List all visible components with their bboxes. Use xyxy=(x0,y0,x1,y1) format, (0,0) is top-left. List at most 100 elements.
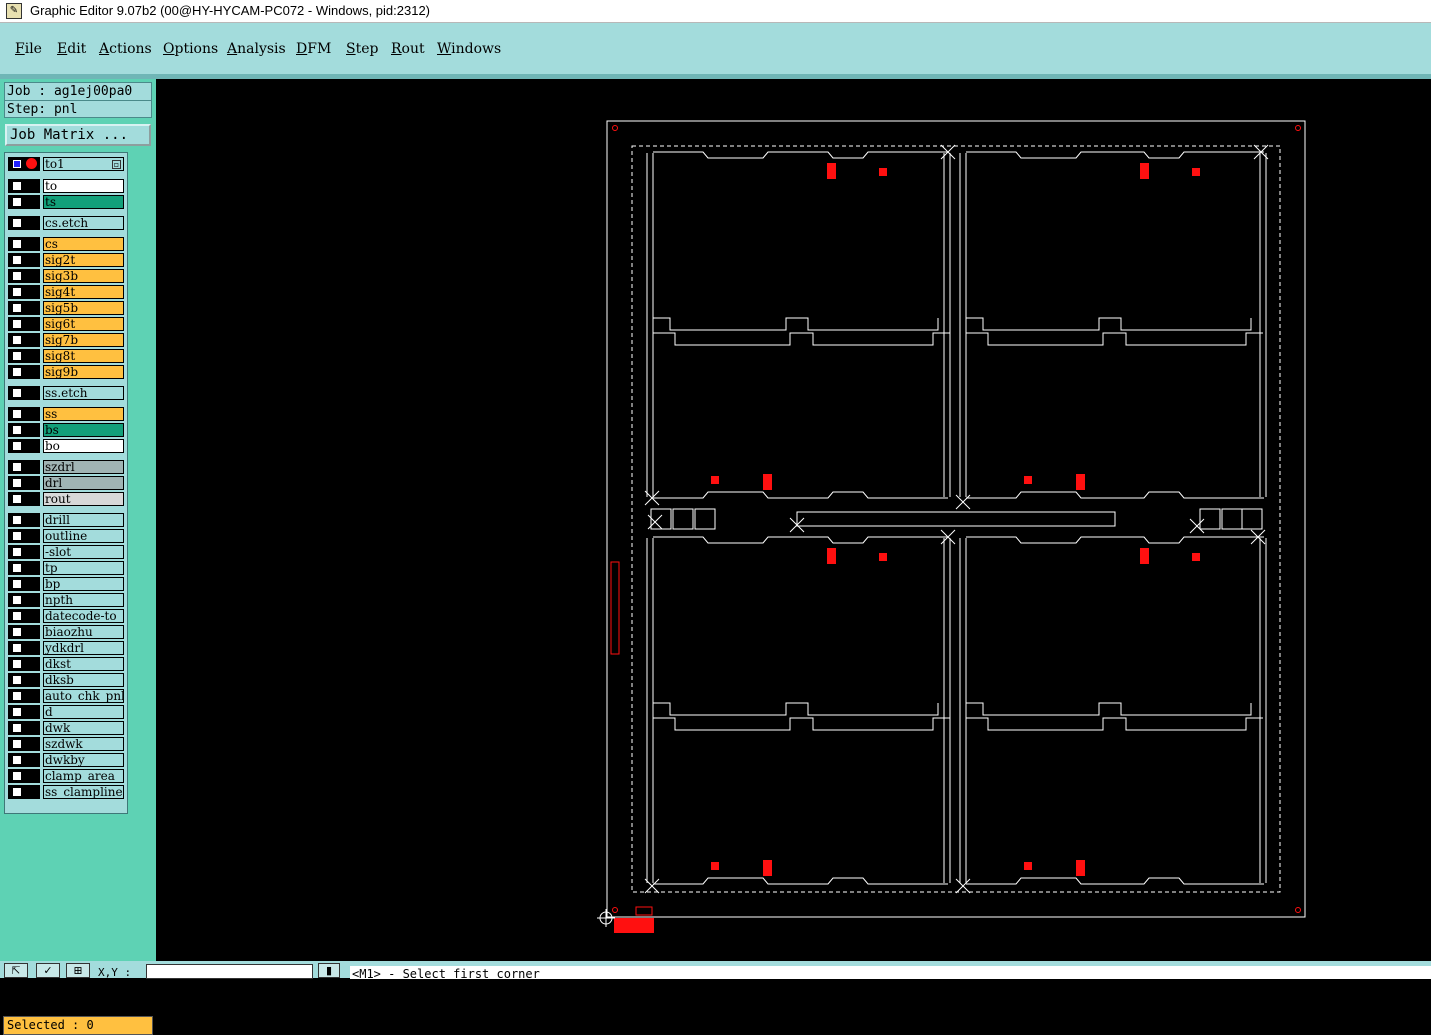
layer-name[interactable]: sig4t xyxy=(43,285,124,299)
layer-checkbox[interactable] xyxy=(12,787,22,797)
layer-toggle-area[interactable] xyxy=(8,333,40,347)
layer-toggle-area[interactable] xyxy=(8,407,40,421)
layer-toggle-area[interactable] xyxy=(8,561,40,575)
layer-checkbox[interactable] xyxy=(12,425,22,435)
layer-toggle-area[interactable] xyxy=(8,195,40,209)
layer-toggle-area[interactable] xyxy=(8,625,40,639)
layer-toggle-area[interactable] xyxy=(8,349,40,363)
layer-toggle-area[interactable] xyxy=(8,269,40,283)
layer-name[interactable]: ss.etch xyxy=(43,386,124,400)
layer-name[interactable]: clamp_area xyxy=(43,769,124,783)
xy-coordinate-field[interactable] xyxy=(146,964,313,979)
layer-checkbox[interactable] xyxy=(12,494,22,504)
layer-name[interactable]: biaozhu xyxy=(43,625,124,639)
layer-checkbox[interactable] xyxy=(12,707,22,717)
layer-toggle-area[interactable] xyxy=(8,785,40,799)
layer-checkbox[interactable] xyxy=(12,462,22,472)
layer-row-ss_clampline[interactable]: ss_clampline xyxy=(8,785,126,799)
check-tool-icon[interactable]: ✓ xyxy=(36,963,60,978)
layer-row-bo[interactable]: bo xyxy=(8,439,126,453)
menu-rout[interactable]: Rout xyxy=(391,41,425,57)
layer-toggle-area[interactable] xyxy=(8,673,40,687)
menu-actions[interactable]: Actions xyxy=(99,41,152,57)
layer-toggle-area[interactable] xyxy=(8,577,40,591)
layer-checkbox[interactable] xyxy=(12,739,22,749)
layer-toggle-area[interactable] xyxy=(8,689,40,703)
layer-row-cs.etch[interactable]: cs.etch xyxy=(8,216,126,230)
layer-row-auto_chk_pnl[interactable]: auto_chk_pnl xyxy=(8,689,126,703)
layer-row-clamp_area[interactable]: clamp_area xyxy=(8,769,126,783)
layer-checkbox[interactable] xyxy=(12,643,22,653)
layer-name[interactable]: bp xyxy=(43,577,124,591)
layer-name[interactable]: sig2t xyxy=(43,253,124,267)
layer-name[interactable]: ss_clampline xyxy=(43,785,124,799)
layer-checkbox[interactable] xyxy=(12,367,22,377)
layer-checkbox[interactable] xyxy=(12,515,22,525)
layer-checkbox[interactable] xyxy=(12,595,22,605)
layer-name[interactable]: ydkdrl xyxy=(43,641,124,655)
layer-row-sig3b[interactable]: sig3b xyxy=(8,269,126,283)
layer-toggle-area[interactable] xyxy=(8,301,40,315)
layer-row-drill[interactable]: drill xyxy=(8,513,126,527)
layer-row--slot[interactable]: -slot xyxy=(8,545,126,559)
layer-row-sig5b[interactable]: sig5b xyxy=(8,301,126,315)
layer-checkbox[interactable] xyxy=(12,563,22,573)
layer-toggle-area[interactable] xyxy=(8,753,40,767)
layer-checkbox[interactable] xyxy=(12,691,22,701)
layer-row-szdrl[interactable]: szdrl xyxy=(8,460,126,474)
layer-checkbox[interactable] xyxy=(12,319,22,329)
menu-step[interactable]: Step xyxy=(346,41,378,57)
menu-options[interactable]: Options xyxy=(163,41,218,57)
layer-name[interactable]: sig3b xyxy=(43,269,124,283)
layer-row-to1[interactable]: to1 ▫ xyxy=(8,157,126,171)
layer-row-outline[interactable]: outline xyxy=(8,529,126,543)
layer-name[interactable]: sig7b xyxy=(43,333,124,347)
layer-row-sig6t[interactable]: sig6t xyxy=(8,317,126,331)
layer-checkbox[interactable] xyxy=(12,659,22,669)
layer-name[interactable]: sig6t xyxy=(43,317,124,331)
layer-checkbox[interactable] xyxy=(12,335,22,345)
layer-checkbox[interactable] xyxy=(12,531,22,541)
layer-checkbox[interactable] xyxy=(12,197,22,207)
layer-toggle-area[interactable] xyxy=(8,216,40,230)
layer-toggle-area[interactable] xyxy=(8,593,40,607)
layer-name[interactable]: to1 ▫ xyxy=(43,157,124,171)
layer-row-tp[interactable]: tp xyxy=(8,561,126,575)
layer-name[interactable]: to xyxy=(43,179,124,193)
menu-file[interactable]: File xyxy=(15,41,42,57)
layer-toggle-area[interactable] xyxy=(8,157,40,171)
layer-checkbox[interactable] xyxy=(12,218,22,228)
layer-row-dksb[interactable]: dksb xyxy=(8,673,126,687)
layer-row-sig4t[interactable]: sig4t xyxy=(8,285,126,299)
layer-row-ss.etch[interactable]: ss.etch xyxy=(8,386,126,400)
layer-toggle-area[interactable] xyxy=(8,641,40,655)
layer-row-biaozhu[interactable]: biaozhu xyxy=(8,625,126,639)
layer-name[interactable]: drill xyxy=(43,513,124,527)
layer-name[interactable]: sig8t xyxy=(43,349,124,363)
layer-name[interactable]: dwk xyxy=(43,721,124,735)
layer-row-ts[interactable]: ts xyxy=(8,195,126,209)
layer-toggle-area[interactable] xyxy=(8,317,40,331)
layer-row-sig9b[interactable]: sig9b xyxy=(8,365,126,379)
layer-row-ss[interactable]: ss xyxy=(8,407,126,421)
layer-toggle-area[interactable] xyxy=(8,492,40,506)
layer-checkbox[interactable] xyxy=(12,611,22,621)
layer-checkbox[interactable] xyxy=(12,409,22,419)
layer-name[interactable]: tp xyxy=(43,561,124,575)
layer-toggle-area[interactable] xyxy=(8,529,40,543)
layer-name[interactable]: dksb xyxy=(43,673,124,687)
layer-row-ydkdrl[interactable]: ydkdrl xyxy=(8,641,126,655)
layer-row-npth[interactable]: npth xyxy=(8,593,126,607)
layer-list[interactable]: to1 ▫ to ts cs.etch cs sig2t sig3b sig4t sig5b sig… xyxy=(4,152,128,814)
layer-checkbox[interactable] xyxy=(12,441,22,451)
layer-checkbox[interactable] xyxy=(12,351,22,361)
layer-name[interactable]: sig9b xyxy=(43,365,124,379)
menu-dfm[interactable]: DFM xyxy=(296,41,331,57)
layer-checkbox[interactable] xyxy=(12,287,22,297)
layer-toggle-area[interactable] xyxy=(8,657,40,671)
layer-checkbox[interactable] xyxy=(12,478,22,488)
menu-analysis[interactable]: Analysis xyxy=(227,41,286,57)
layer-toggle-area[interactable] xyxy=(8,476,40,490)
layer-options-icon[interactable]: ▫ xyxy=(112,160,121,169)
layer-toggle-area[interactable] xyxy=(8,253,40,267)
